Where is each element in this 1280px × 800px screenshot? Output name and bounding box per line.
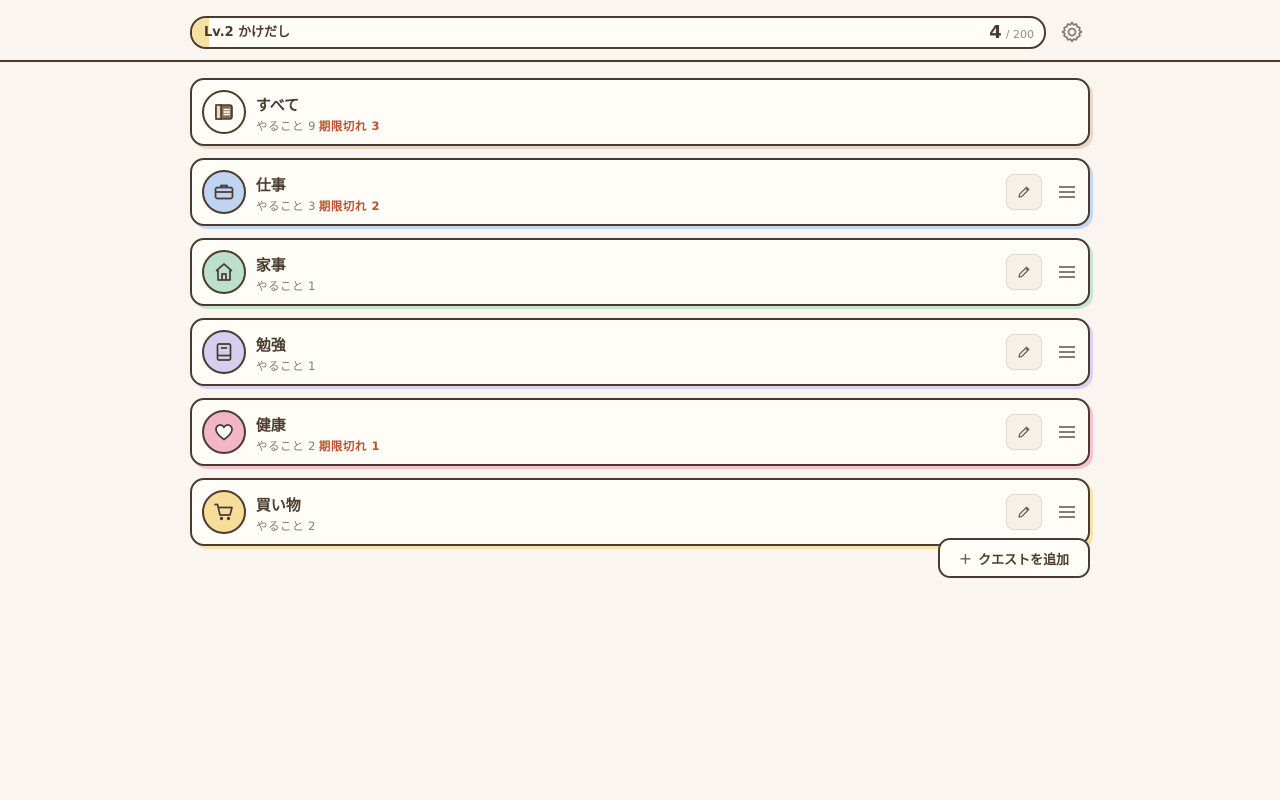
quest-name: 仕事	[256, 176, 287, 194]
briefcase-icon	[214, 184, 234, 200]
add-quest-button[interactable]: + クエストを追加	[938, 538, 1090, 578]
task-count: やること 2	[256, 519, 316, 533]
quest-name: 健康	[256, 416, 287, 434]
xp-current: 4	[989, 22, 1002, 43]
quest-icon-badge	[202, 330, 246, 374]
settings-button[interactable]	[1058, 18, 1086, 46]
home-icon	[215, 263, 233, 281]
quest-card-health[interactable]: 健康 やること 2 期限切れ 1	[190, 398, 1090, 466]
quest-icon-badge	[202, 170, 246, 214]
hamburger-icon	[1059, 346, 1075, 358]
level-label: Lv.2 かけだし	[204, 25, 291, 40]
hamburger-icon	[1059, 506, 1075, 518]
quest-card-work[interactable]: 仕事 やること 3 期限切れ 2	[190, 158, 1090, 226]
pencil-icon	[1018, 346, 1030, 358]
quest-card-housework[interactable]: 家事 やること 1	[190, 238, 1090, 306]
cart-icon	[214, 503, 233, 521]
task-count: やること 3	[256, 199, 316, 213]
hamburger-icon	[1059, 186, 1075, 198]
quest-meta: やること 3 期限切れ 2	[256, 198, 380, 214]
quest-card-all[interactable]: すべて やること 9 期限切れ 3	[190, 78, 1090, 146]
quest-icon-badge	[202, 490, 246, 534]
hamburger-icon	[1059, 426, 1075, 438]
book-icon	[216, 343, 232, 361]
add-quest-label: クエストを追加	[978, 552, 1070, 568]
quest-meta: やること 2	[256, 518, 316, 534]
plus-icon: +	[958, 548, 973, 568]
pencil-icon	[1018, 426, 1030, 438]
quest-icon-badge	[202, 410, 246, 454]
list-icon	[215, 104, 233, 120]
quest-name: 家事	[256, 256, 287, 274]
quest-meta: やること 2 期限切れ 1	[256, 438, 380, 454]
pencil-icon	[1018, 186, 1030, 198]
pencil-icon	[1018, 506, 1030, 518]
xp-counter: 4/ 200	[989, 18, 1034, 47]
quest-name: 買い物	[256, 496, 302, 514]
task-count: やること 1	[256, 279, 316, 293]
drag-handle[interactable]	[1058, 344, 1076, 358]
overdue-count: 期限切れ 2	[318, 199, 380, 213]
quest-card-study[interactable]: 勉強 やること 1	[190, 318, 1090, 386]
xp-max-label: / 200	[1005, 28, 1034, 41]
edit-quest-button[interactable]	[1006, 414, 1042, 450]
quest-icon-badge	[202, 90, 246, 134]
top-bar: Lv.2 かけだし 4/ 200	[0, 0, 1280, 62]
task-count: やること 2	[256, 439, 316, 453]
quest-meta: やること 9 期限切れ 3	[256, 118, 380, 134]
xp-progress-bar: Lv.2 かけだし 4/ 200	[190, 16, 1046, 49]
quest-name: すべて	[256, 96, 300, 114]
task-count: やること 9	[256, 119, 316, 133]
drag-handle[interactable]	[1058, 424, 1076, 438]
gear-icon	[1061, 21, 1083, 43]
edit-quest-button[interactable]	[1006, 174, 1042, 210]
drag-handle[interactable]	[1058, 264, 1076, 278]
quest-card-shopping[interactable]: 買い物 やること 2	[190, 478, 1090, 546]
pencil-icon	[1018, 266, 1030, 278]
quest-list: すべて やること 9 期限切れ 3 仕事 やること 3 期限切れ 2 家事 やる…	[190, 78, 1090, 558]
edit-quest-button[interactable]	[1006, 254, 1042, 290]
task-count: やること 1	[256, 359, 316, 373]
hamburger-icon	[1059, 266, 1075, 278]
overdue-count: 期限切れ 3	[318, 119, 380, 133]
drag-handle[interactable]	[1058, 504, 1076, 518]
quest-meta: やること 1	[256, 278, 316, 294]
heart-icon	[215, 424, 233, 441]
drag-handle[interactable]	[1058, 184, 1076, 198]
overdue-count: 期限切れ 1	[318, 439, 380, 453]
quest-meta: やること 1	[256, 358, 316, 374]
edit-quest-button[interactable]	[1006, 494, 1042, 530]
edit-quest-button[interactable]	[1006, 334, 1042, 370]
quest-icon-badge	[202, 250, 246, 294]
quest-name: 勉強	[256, 336, 287, 354]
